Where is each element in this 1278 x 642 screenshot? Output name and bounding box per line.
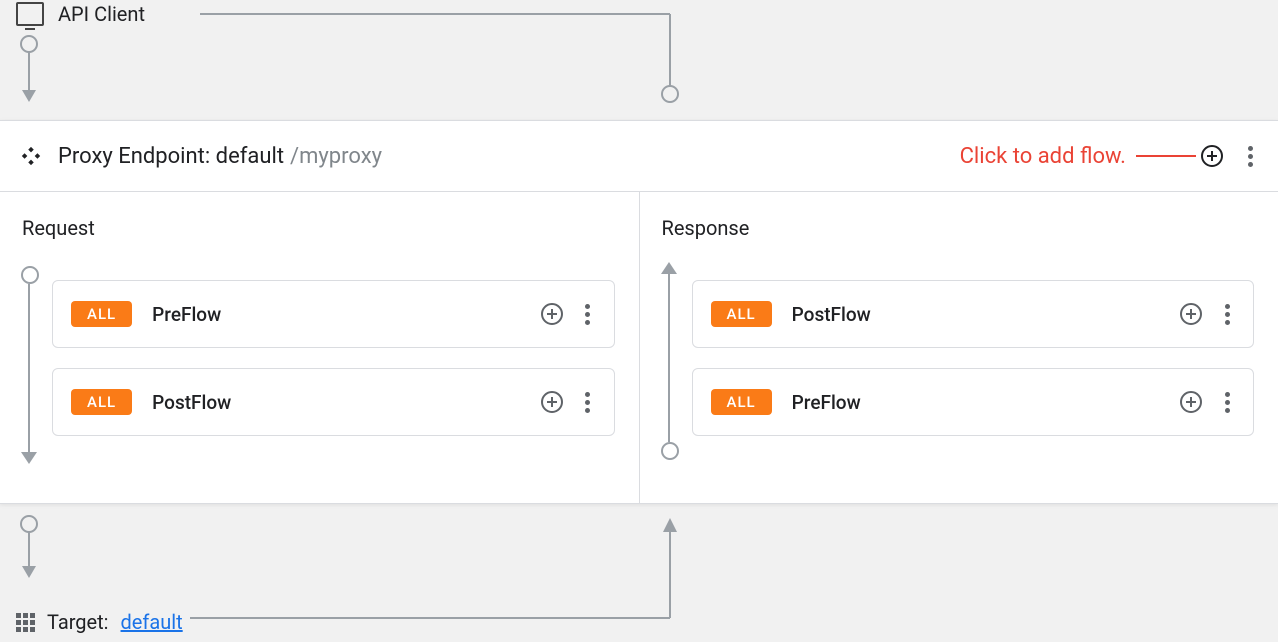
api-client-row: API Client (0, 0, 1278, 28)
flow-more-button[interactable] (580, 304, 596, 325)
panel-more-button[interactable] (1242, 146, 1258, 167)
panel-header: Proxy Endpoint: default /myproxy Click t… (0, 121, 1278, 192)
flow-rail-arrow-down (21, 452, 37, 464)
add-step-button[interactable] (540, 302, 564, 326)
response-column: Response ALL PostFlow ALL PreFlow (639, 192, 1278, 504)
response-title: Response (662, 216, 1255, 240)
monitor-icon (16, 2, 44, 26)
flow-card[interactable]: ALL PostFlow (692, 280, 1255, 348)
flow-card[interactable]: ALL PreFlow (52, 280, 615, 348)
add-step-button[interactable] (540, 390, 564, 414)
flow-name: PostFlow (792, 303, 1159, 326)
endpoint-icon (20, 145, 42, 167)
request-column: Request ALL PreFlow ALL PostFlow (0, 192, 639, 504)
flow-rail (668, 274, 670, 442)
flow-more-button[interactable] (1219, 304, 1235, 325)
add-step-button[interactable] (1179, 390, 1203, 414)
target-row: Target: default (16, 610, 183, 634)
flow-more-button[interactable] (1219, 392, 1235, 413)
flow-name: PreFlow (792, 391, 1159, 414)
add-step-button[interactable] (1179, 302, 1203, 326)
flow-badge: ALL (71, 389, 132, 415)
request-title: Request (22, 216, 615, 240)
target-label: Target: (47, 610, 109, 634)
flow-more-button[interactable] (580, 392, 596, 413)
target-link[interactable]: default (121, 610, 183, 634)
callout-text: Click to add flow. (960, 144, 1126, 169)
flow-badge: ALL (711, 389, 772, 415)
grid-icon (16, 613, 35, 632)
api-client-label: API Client (58, 2, 145, 26)
flow-name: PreFlow (152, 303, 519, 326)
flow-rail-arrow-up (661, 262, 677, 274)
flow-badge: ALL (711, 301, 772, 327)
endpoint-path: /myproxy (290, 144, 382, 169)
endpoint-title: Proxy Endpoint: default (58, 144, 284, 169)
flow-card[interactable]: ALL PostFlow (52, 368, 615, 436)
flow-name: PostFlow (152, 391, 519, 414)
add-flow-callout: Click to add flow. (960, 144, 1196, 169)
flow-rail-start (21, 266, 39, 284)
callout-line (1136, 155, 1196, 157)
add-flow-button[interactable] (1200, 144, 1224, 168)
flow-badge: ALL (71, 301, 132, 327)
proxy-endpoint-panel: Proxy Endpoint: default /myproxy Click t… (0, 120, 1278, 504)
flow-rail-start (661, 442, 679, 460)
flow-rail (28, 284, 30, 452)
flow-card[interactable]: ALL PreFlow (692, 368, 1255, 436)
